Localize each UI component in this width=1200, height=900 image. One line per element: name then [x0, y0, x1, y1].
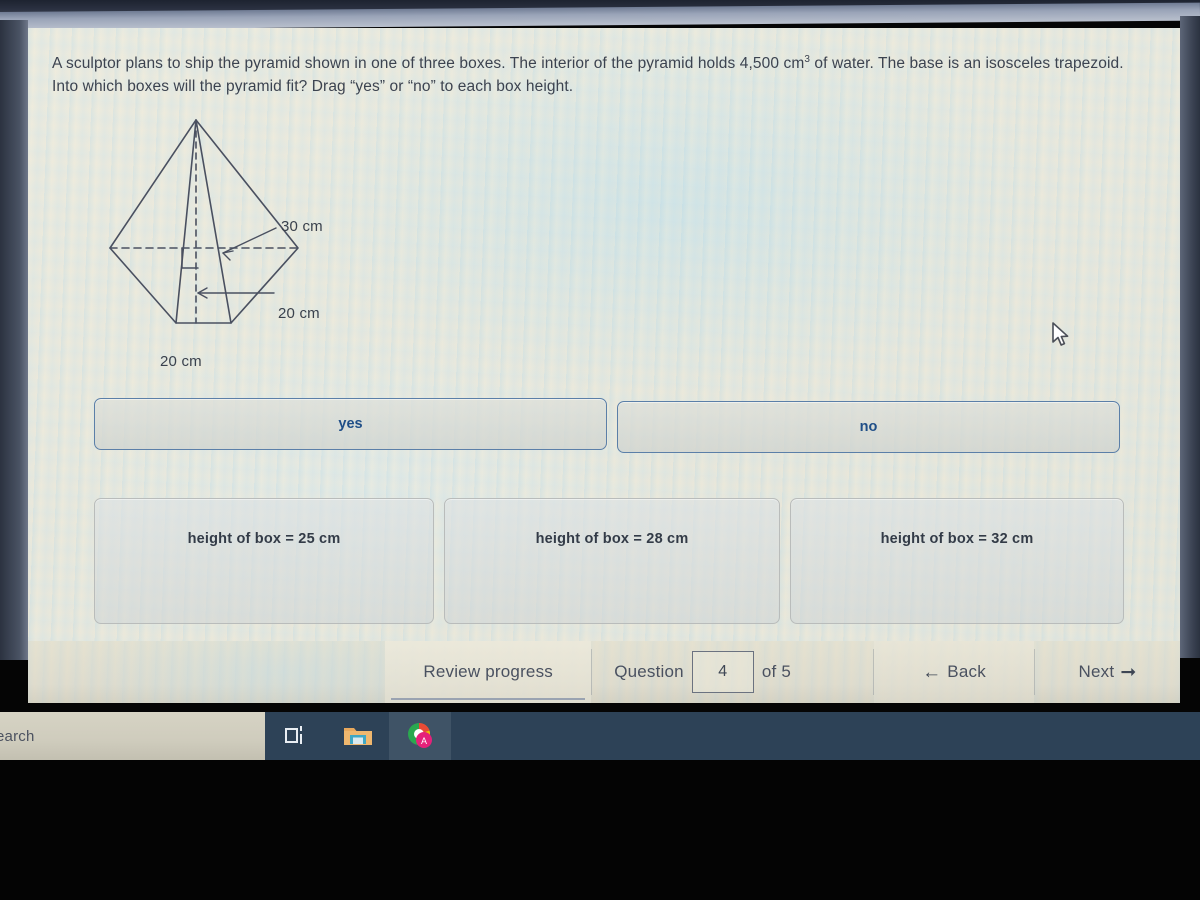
draggable-chip-no[interactable]: no: [617, 401, 1120, 453]
dropzone-row: height of box = 25 cm height of box = 28…: [94, 498, 1154, 628]
below-monitor-dark-area: [0, 760, 1200, 900]
question-text-part1: A sculptor plans to ship the pyramid sho…: [52, 55, 805, 73]
screen-left-edge: [0, 20, 28, 660]
dropzone-label-box-25cm: height of box = 25 cm: [187, 531, 341, 547]
task-view-icon: [285, 726, 307, 746]
pyramid-diagram-svg: [109, 119, 299, 324]
dropzone-box-28cm[interactable]: height of box = 28 cm: [444, 498, 780, 624]
slant-leader-line: [222, 227, 277, 254]
pyramid-front-left-edge: [175, 119, 197, 324]
draggable-chip-yes[interactable]: yes: [94, 398, 607, 450]
quiz-navigation-bar: Review progress Question 4 of 5 ← Back N…: [28, 641, 1180, 703]
back-button[interactable]: ← Back: [874, 641, 1034, 703]
svg-text:A: A: [421, 736, 427, 746]
dropzone-label-box-32cm: height of box = 32 cm: [880, 531, 1034, 547]
figure-label-depth: 20 cm: [278, 305, 320, 322]
file-explorer-button[interactable]: [327, 712, 389, 760]
screen-right-edge: [1180, 16, 1200, 658]
monitor-photo: A sculptor plans to ship the pyramid sho…: [0, 0, 1200, 900]
mouse-cursor: [1052, 322, 1070, 348]
arrow-right-icon: ➞: [1120, 661, 1137, 683]
chip-no-label: no: [859, 419, 878, 435]
next-button[interactable]: Next ➞: [1035, 641, 1180, 703]
dropzone-box-25cm[interactable]: height of box = 25 cm: [94, 498, 434, 624]
question-word-label: Question: [614, 662, 684, 681]
dropzone-box-32cm[interactable]: height of box = 32 cm: [790, 498, 1124, 624]
question-number-group: Question 4 of 5: [592, 641, 813, 703]
taskbar-empty-area: [451, 712, 1200, 760]
next-button-label: Next: [1078, 662, 1115, 681]
chrome-browser-icon: A: [408, 722, 432, 748]
answer-chip-row: yes no: [94, 398, 1154, 456]
file-explorer-icon: [344, 728, 372, 745]
figure-label-slant-height: 30 cm: [281, 218, 323, 235]
review-progress-button[interactable]: Review progress: [385, 641, 592, 703]
question-total-label: of 5: [761, 662, 791, 681]
question-number-input[interactable]: 4: [691, 651, 754, 693]
question-prompt: A sculptor plans to ship the pyramid sho…: [52, 48, 1152, 98]
taskbar-search-placeholder: earch: [0, 727, 35, 745]
dropzone-label-box-28cm: height of box = 28 cm: [535, 531, 689, 547]
windows-taskbar: earch A: [0, 712, 1200, 760]
back-button-label: Back: [947, 662, 986, 681]
slant-leader-arrowhead: [222, 250, 234, 261]
pyramid-figure: 30 cm 20 cm 20 cm: [88, 108, 408, 378]
question-number-value: 4: [718, 663, 728, 680]
task-view-button[interactable]: [265, 712, 327, 760]
quiz-page: A sculptor plans to ship the pyramid sho…: [28, 28, 1180, 656]
browser-button[interactable]: A: [389, 712, 451, 760]
chip-yes-label: yes: [338, 416, 363, 432]
review-progress-label: Review progress: [423, 662, 553, 681]
taskbar-search-box[interactable]: earch: [0, 712, 265, 760]
arrow-left-icon: ←: [922, 661, 942, 683]
figure-label-base-width: 20 cm: [160, 353, 202, 370]
